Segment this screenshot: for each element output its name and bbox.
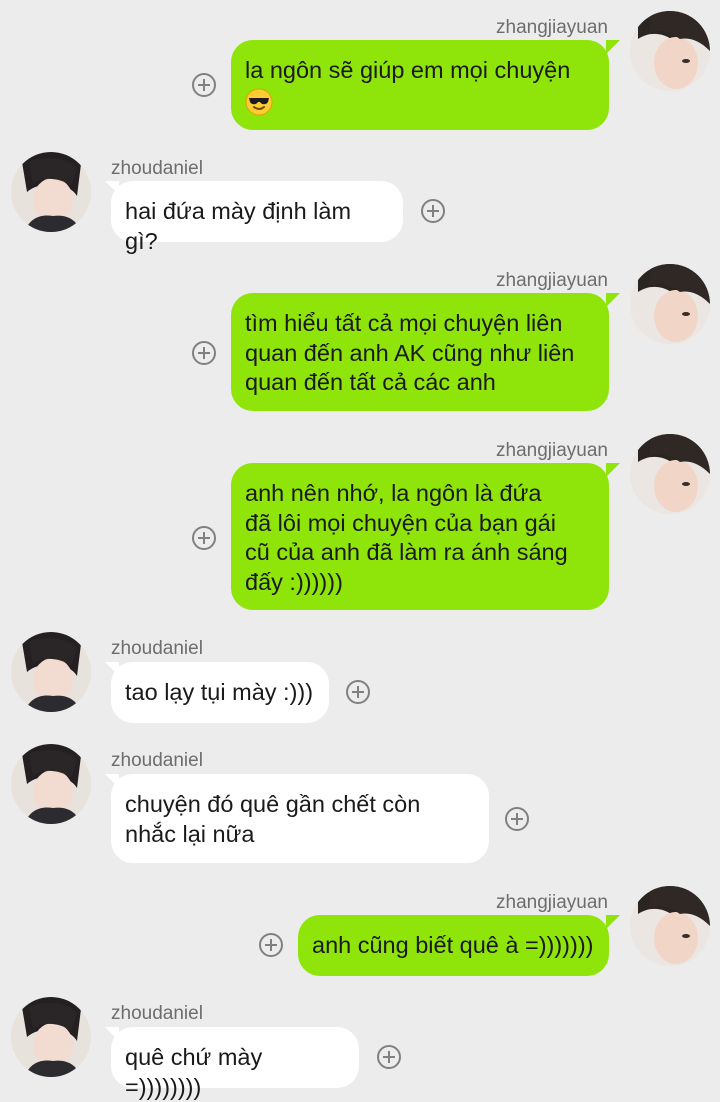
bubble-tail <box>606 293 620 307</box>
bubble-tail <box>105 1027 119 1041</box>
message-bubble[interactable]: quê chứ mày =)))))))) <box>111 1027 359 1100</box>
add-reaction-icon[interactable] <box>505 807 529 831</box>
add-reaction-icon[interactable] <box>192 73 216 97</box>
avatar[interactable] <box>11 997 91 1077</box>
add-reaction-icon[interactable] <box>421 199 445 223</box>
avatar[interactable] <box>11 152 91 232</box>
message-text: la ngôn sẽ giúp em mọi chuyện <box>245 57 571 83</box>
message-bubble[interactable]: chuyện đó quê gần chết còn nhắc lại nữa <box>111 774 489 863</box>
avatar[interactable] <box>630 11 710 91</box>
bubble-tail <box>105 774 119 788</box>
add-reaction-icon[interactable] <box>192 341 216 365</box>
add-reaction-icon[interactable] <box>377 1045 401 1069</box>
message-bubble[interactable]: tao lạy tụi mày :))) <box>111 662 329 723</box>
message-text: hai đứa mày định làm gì? <box>125 198 352 254</box>
message-text: anh nên nhớ, la ngôn là đứa đã lôi mọi c… <box>245 480 568 595</box>
message-text: tìm hiểu tất cả mọi chuyện liên quan đến… <box>245 310 575 395</box>
sender-name: zhangjiayuan <box>496 270 608 291</box>
bubble-tail <box>105 662 119 676</box>
avatar[interactable] <box>630 886 710 966</box>
bubble-tail <box>606 463 620 477</box>
bubble-tail <box>105 181 119 195</box>
message-text: tao lạy tụi mày :))) <box>125 679 314 705</box>
bubble-tail <box>606 915 620 929</box>
sender-name: zhangjiayuan <box>496 440 608 461</box>
sender-name: zhoudaniel <box>111 1003 203 1024</box>
message-bubble[interactable]: anh nên nhớ, la ngôn là đứa đã lôi mọi c… <box>231 463 609 610</box>
bubble-tail <box>606 40 620 54</box>
sender-name: zhangjiayuan <box>496 17 608 38</box>
avatar[interactable] <box>11 632 91 712</box>
avatar[interactable] <box>630 434 710 514</box>
message-bubble[interactable]: la ngôn sẽ giúp em mọi chuyện <box>231 40 609 130</box>
add-reaction-icon[interactable] <box>346 680 370 704</box>
sender-name: zhoudaniel <box>111 158 203 179</box>
add-reaction-icon[interactable] <box>259 933 283 957</box>
sender-name: zhoudaniel <box>111 638 203 659</box>
avatar[interactable] <box>11 744 91 824</box>
message-bubble[interactable]: hai đứa mày định làm gì? <box>111 181 403 254</box>
avatar[interactable] <box>630 264 710 344</box>
sender-name: zhangjiayuan <box>496 892 608 913</box>
message-text: anh cũng biết quê à =))))))) <box>312 932 594 958</box>
smiling-face-with-sunglasses-icon <box>245 88 273 124</box>
message-bubble[interactable]: tìm hiểu tất cả mọi chuyện liên quan đến… <box>231 293 609 411</box>
sender-name: zhoudaniel <box>111 750 203 771</box>
message-text: quê chứ mày =)))))))) <box>125 1044 263 1100</box>
message-bubble[interactable]: anh cũng biết quê à =))))))) <box>298 915 609 976</box>
message-text: chuyện đó quê gần chết còn nhắc lại nữa <box>125 791 421 847</box>
add-reaction-icon[interactable] <box>192 526 216 550</box>
